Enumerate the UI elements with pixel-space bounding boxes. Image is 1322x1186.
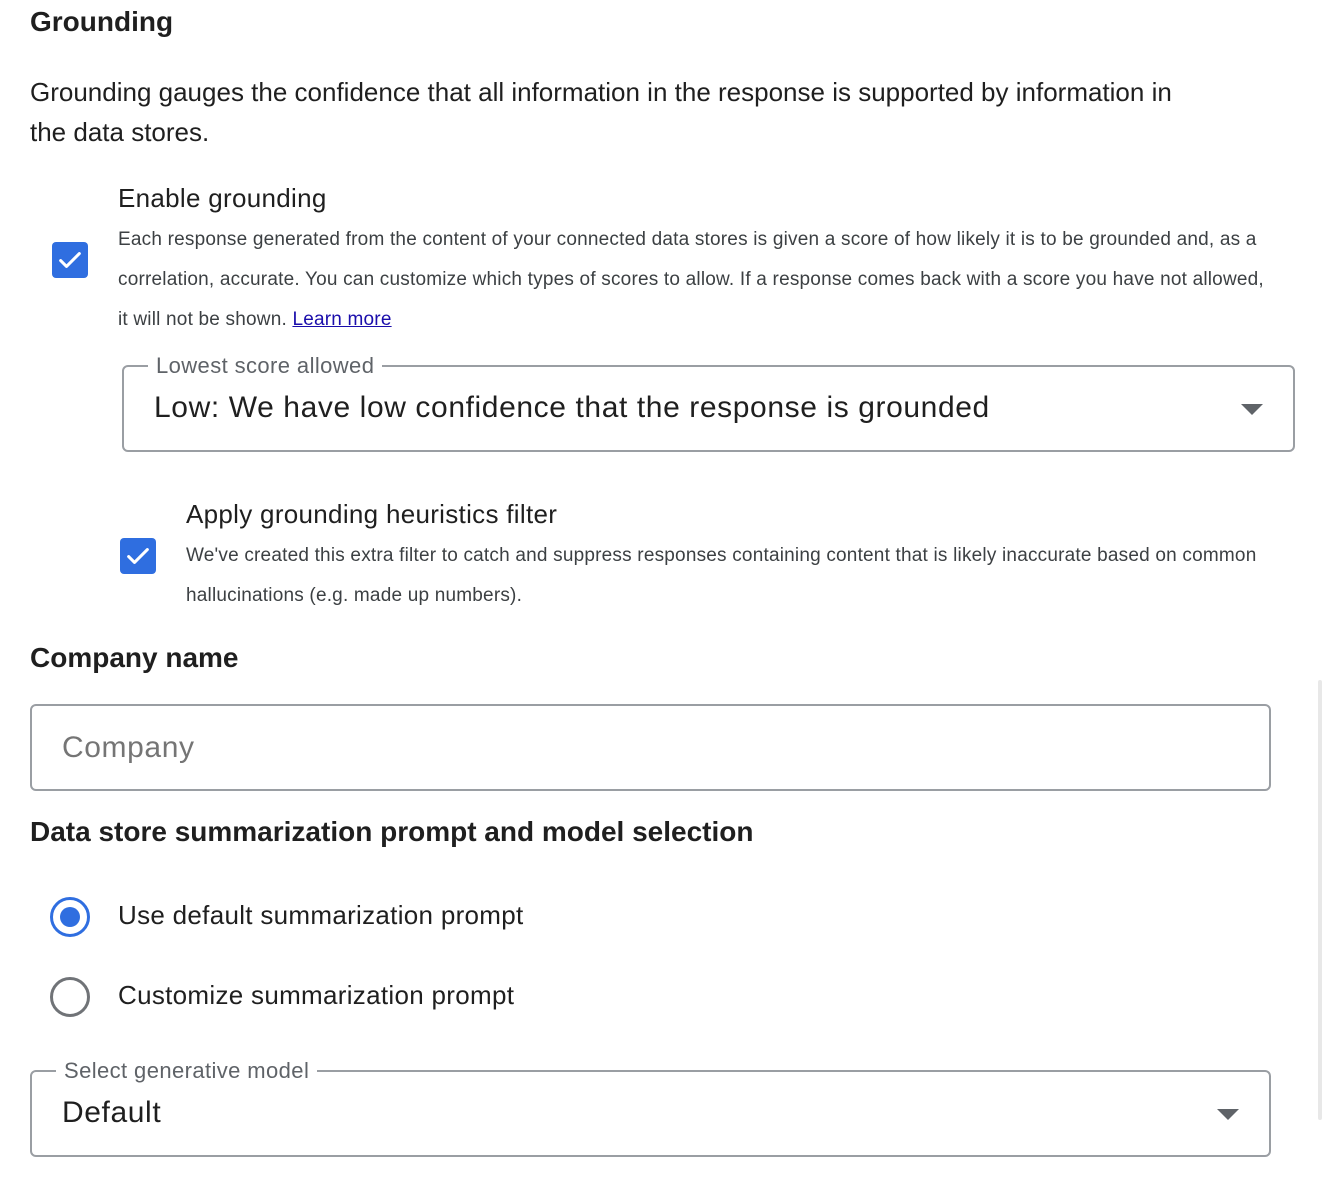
- default-prompt-label: Use default summarization prompt: [118, 900, 524, 930]
- enable-grounding-label: Enable grounding: [118, 183, 327, 213]
- company-name-input[interactable]: [30, 704, 1271, 791]
- check-icon: [127, 548, 149, 564]
- grounding-description: Grounding gauges the confidence that all…: [30, 77, 1172, 147]
- grounding-title: Grounding: [30, 6, 174, 37]
- arrow-drop-down-icon: [1241, 404, 1263, 415]
- check-icon: [59, 252, 81, 268]
- generative-model-label: Select generative model: [56, 1058, 318, 1084]
- company-name-title: Company name: [30, 642, 239, 673]
- radio-custom-prompt[interactable]: [50, 977, 90, 1017]
- scrollbar[interactable]: [1318, 680, 1322, 1120]
- summarization-title: Data store summarization prompt and mode…: [30, 816, 754, 847]
- enable-grounding-checkbox[interactable]: [52, 242, 88, 278]
- heuristics-filter-checkbox[interactable]: [120, 538, 156, 574]
- custom-prompt-label: Customize summarization prompt: [118, 980, 515, 1010]
- lowest-score-value: Low: We have low confidence that the res…: [154, 391, 990, 424]
- radio-default-prompt[interactable]: [50, 897, 90, 937]
- enable-grounding-description: Each response generated from the content…: [118, 220, 1278, 340]
- generative-model-select[interactable]: Select generative model Default: [30, 1058, 1271, 1157]
- lowest-score-select[interactable]: Lowest score allowed Low: We have low co…: [122, 353, 1295, 452]
- learn-more-link[interactable]: Learn more: [292, 309, 391, 330]
- arrow-drop-down-icon: [1217, 1109, 1239, 1120]
- heuristics-filter-label: Apply grounding heuristics filter: [186, 499, 558, 529]
- generative-model-value: Default: [62, 1096, 162, 1129]
- radio-selected-dot: [60, 907, 80, 927]
- lowest-score-label: Lowest score allowed: [148, 353, 383, 379]
- enable-grounding-text: Each response generated from the content…: [118, 229, 1264, 330]
- heuristics-filter-description: We've created this extra filter to catch…: [186, 545, 1257, 606]
